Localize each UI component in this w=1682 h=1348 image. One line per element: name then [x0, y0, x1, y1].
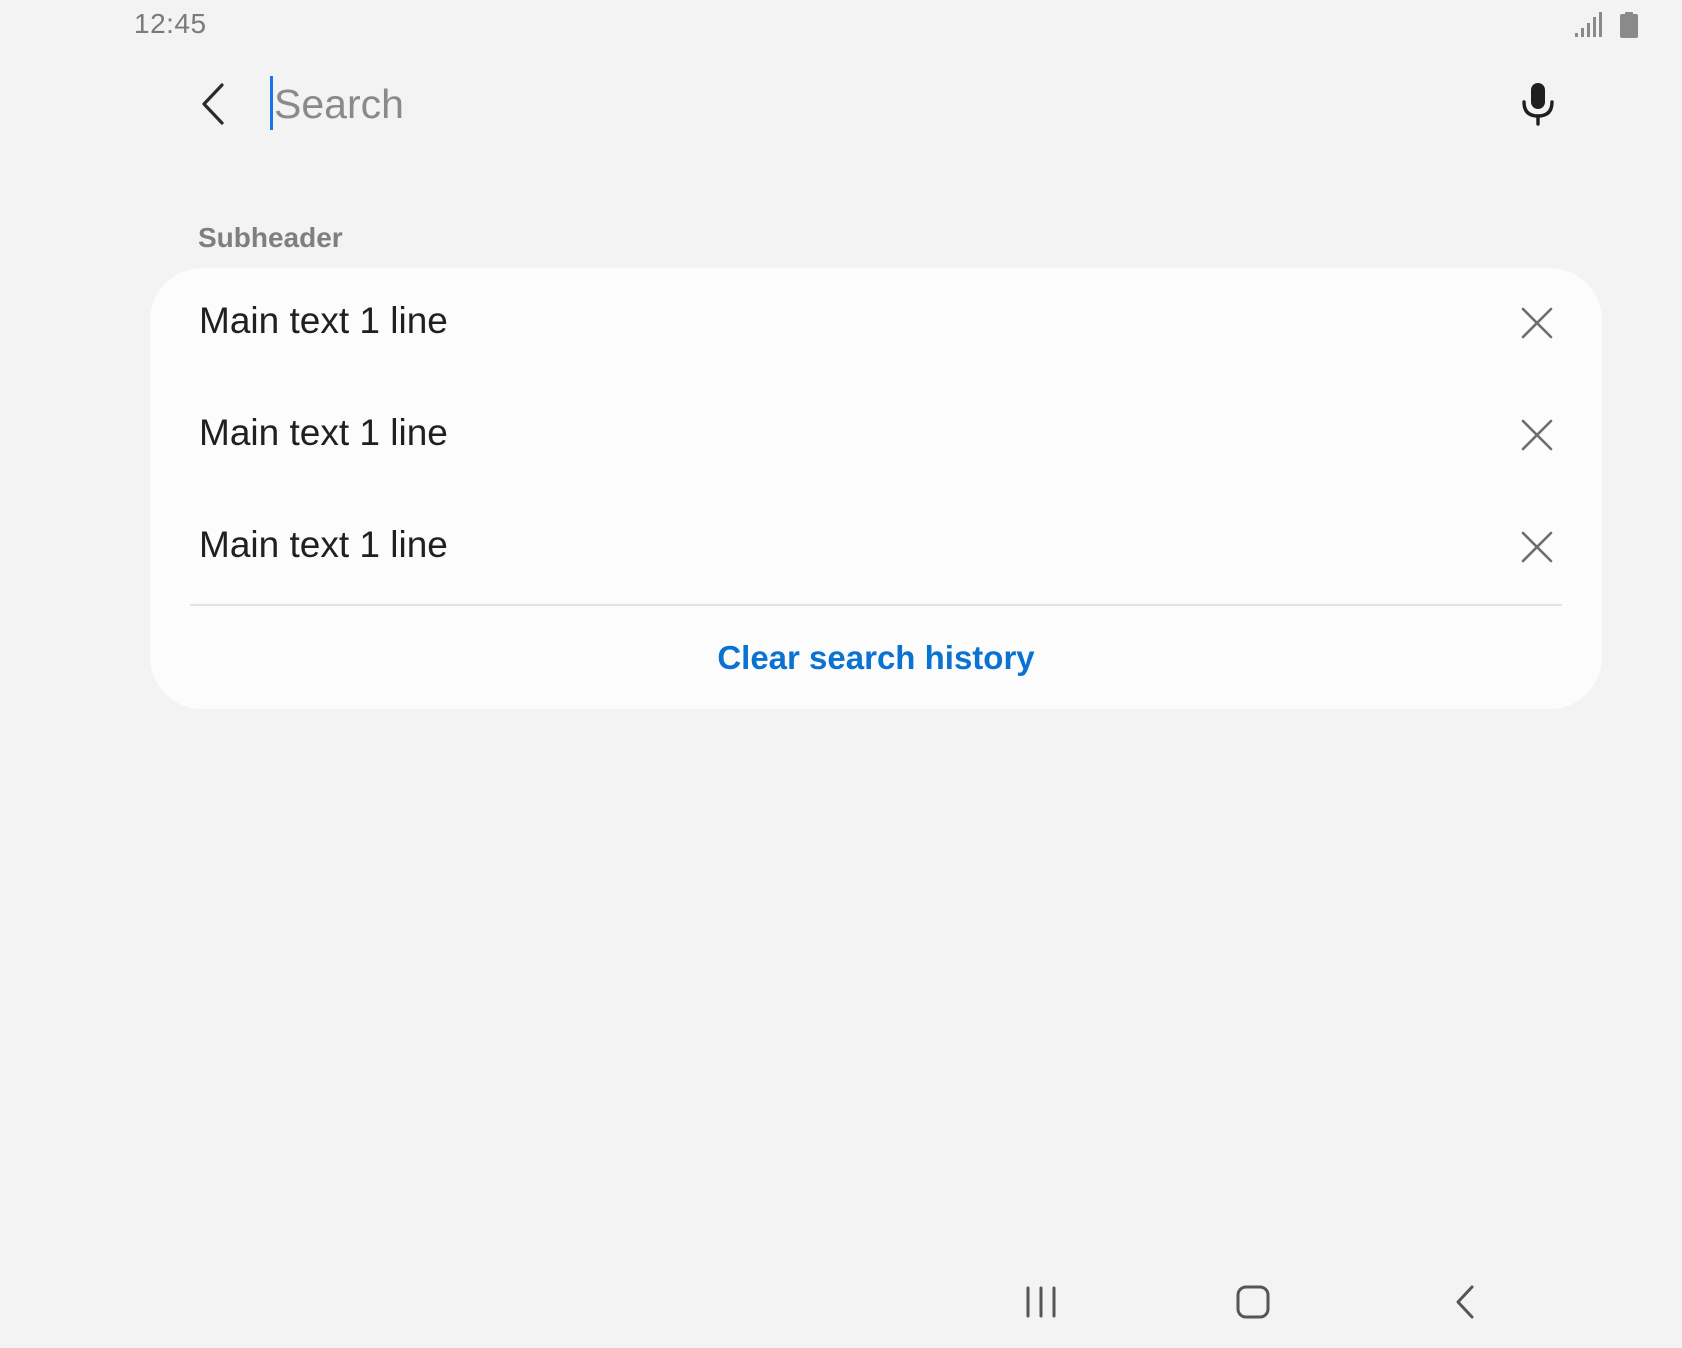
search-history-card: Main text 1 line Main text 1 line Main t…	[150, 268, 1602, 709]
subheader: Subheader	[198, 222, 343, 253]
history-item-label: Main text 1 line	[199, 300, 448, 341]
search-input[interactable]	[274, 76, 1424, 132]
history-item-label: Main text 1 line	[199, 524, 448, 565]
status-time: 12:45	[134, 8, 207, 39]
close-icon	[1521, 307, 1553, 339]
clear-search-history-button[interactable]: Clear search history	[150, 606, 1602, 709]
remove-history-item-button[interactable]	[1512, 410, 1562, 460]
text-caret	[270, 76, 273, 130]
home-button[interactable]	[1223, 1276, 1283, 1328]
nav-back-icon	[1456, 1285, 1474, 1319]
search-field[interactable]	[268, 76, 1468, 132]
remove-history-item-button[interactable]	[1512, 522, 1562, 572]
back-arrow-icon	[202, 83, 224, 125]
history-item[interactable]: Main text 1 line	[150, 380, 1602, 492]
home-icon	[1236, 1285, 1270, 1319]
close-icon	[1521, 531, 1553, 563]
remove-history-item-button[interactable]	[1512, 298, 1562, 348]
nav-back-button[interactable]	[1435, 1276, 1495, 1328]
history-item[interactable]: Main text 1 line	[150, 268, 1602, 380]
signal-icon	[1575, 12, 1602, 37]
recents-button[interactable]	[1011, 1276, 1071, 1328]
history-item-label: Main text 1 line	[199, 412, 448, 453]
voice-search-button[interactable]	[1518, 78, 1558, 130]
back-button[interactable]	[188, 76, 238, 132]
recents-icon	[1026, 1286, 1056, 1318]
history-item[interactable]: Main text 1 line	[150, 492, 1602, 604]
microphone-icon	[1522, 83, 1554, 126]
battery-icon	[1620, 12, 1638, 38]
close-icon	[1521, 419, 1553, 451]
screen: 12:45 Subheader Main text 1 line	[0, 0, 1682, 1348]
